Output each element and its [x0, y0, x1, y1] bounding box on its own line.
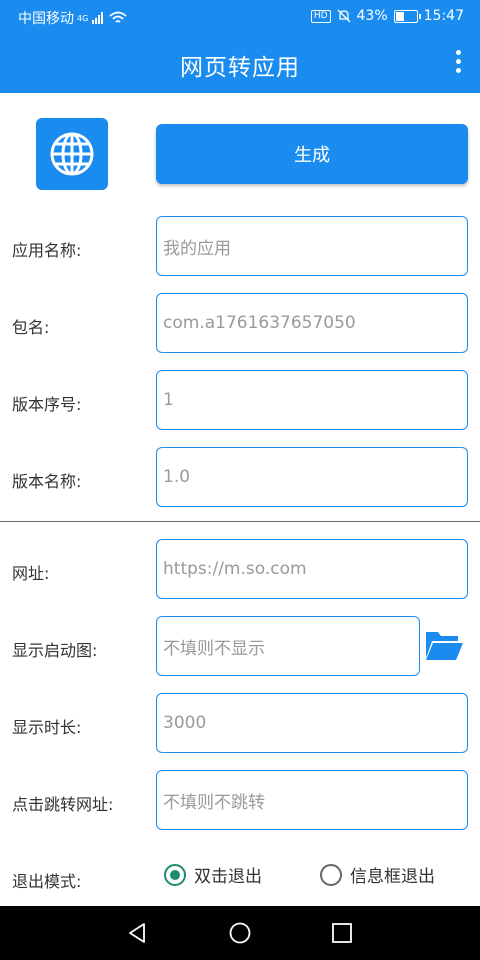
app-name-field[interactable]: 我的应用	[156, 216, 468, 276]
radio-checked-icon	[164, 863, 186, 886]
section-divider	[0, 521, 480, 522]
version-code-field[interactable]: 1	[156, 370, 468, 430]
system-nav-bar	[0, 906, 480, 960]
home-icon[interactable]	[229, 922, 251, 944]
version-name-label: 版本名称:	[12, 472, 82, 491]
version-code-label: 版本序号:	[12, 395, 82, 414]
signal-icon	[92, 12, 104, 24]
version-name-field[interactable]: 1.0	[156, 447, 468, 507]
exit-mode-label: 退出模式:	[12, 872, 82, 891]
radio-label: 双击退出	[194, 867, 262, 887]
recents-icon[interactable]	[331, 922, 353, 944]
package-label: 包名:	[12, 318, 50, 337]
carrier-text: 中国移动	[18, 11, 74, 27]
package-field[interactable]: com.a1761637657050	[156, 293, 468, 353]
battery-percent: 43%	[356, 8, 388, 24]
app-name-label: 应用名称:	[12, 241, 82, 260]
radio-double-click-exit[interactable]: 双击退出	[164, 862, 262, 887]
hd-badge: HD	[310, 9, 331, 23]
battery-icon	[393, 9, 421, 23]
click-url-field[interactable]: 不填则不跳转	[156, 770, 468, 830]
url-label: 网址:	[12, 564, 50, 583]
splash-label: 显示启动图:	[12, 641, 98, 660]
clock: 15:47	[423, 8, 464, 24]
mute-bell-icon	[337, 9, 350, 23]
more-vert-icon[interactable]	[454, 50, 462, 76]
click-url-label: 点击跳转网址:	[12, 795, 114, 814]
back-icon[interactable]	[126, 922, 148, 944]
app-title: 网页转应用	[180, 55, 300, 81]
radio-label: 信息框退出	[350, 867, 435, 887]
url-field[interactable]: https://m.so.com	[156, 539, 468, 599]
radio-dialog-exit[interactable]: 信息框退出	[320, 862, 435, 887]
duration-label: 显示时长:	[12, 718, 82, 737]
duration-field[interactable]: 3000	[156, 693, 468, 753]
wifi-icon	[109, 11, 127, 23]
generate-button[interactable]: 生成	[156, 124, 468, 184]
folder-open-icon[interactable]	[424, 628, 464, 662]
app-bar: 网页转应用	[0, 32, 480, 93]
globe-icon[interactable]	[36, 118, 108, 190]
status-bar: 中国移动 4G HD 43% 15:47	[0, 0, 480, 32]
radio-unchecked-icon	[320, 863, 342, 886]
network-type: 4G	[77, 13, 89, 23]
splash-field[interactable]: 不填则不显示	[156, 616, 420, 676]
